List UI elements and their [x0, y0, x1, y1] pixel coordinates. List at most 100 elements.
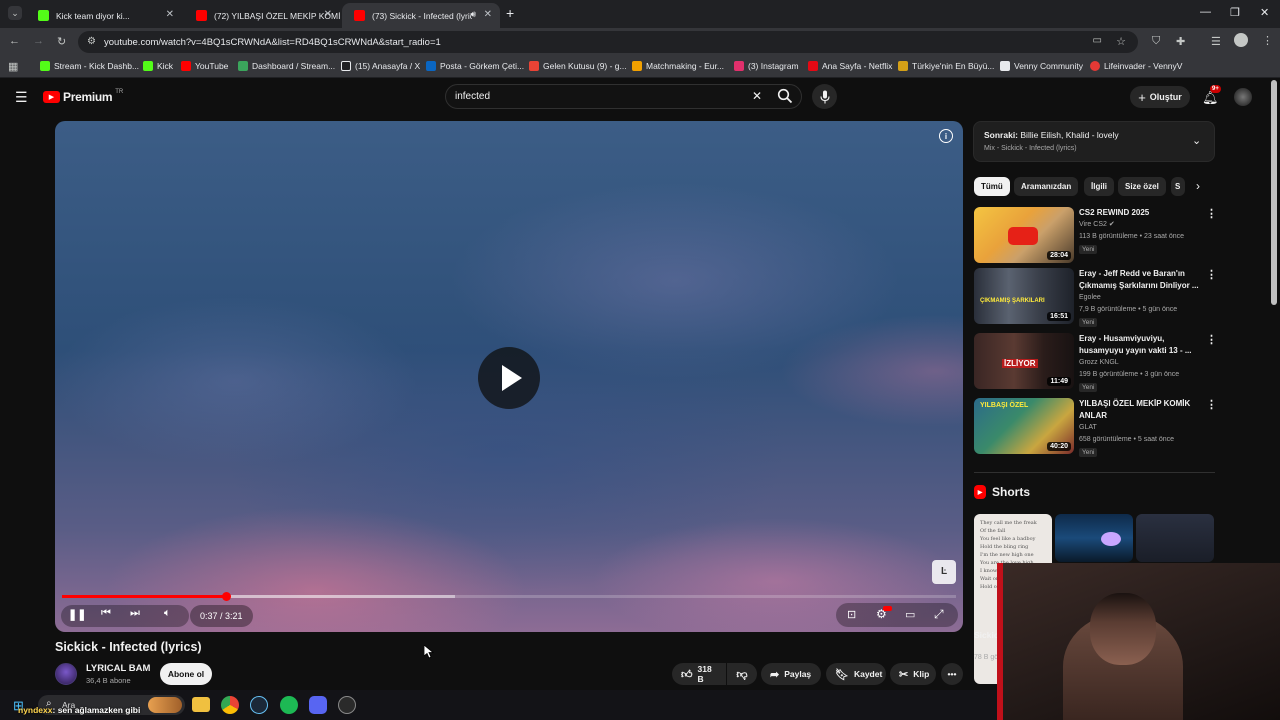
- playlist-next-up-panel[interactable]: Sonraki: Billie Eilish, Khalid - lovely …: [973, 121, 1215, 162]
- profile-avatar-icon[interactable]: [1234, 33, 1248, 47]
- tab-close-icon[interactable]: ✕: [484, 9, 492, 20]
- search-button[interactable]: [770, 84, 802, 109]
- more-vertical-icon[interactable]: ⋮: [1206, 207, 1217, 220]
- more-vertical-icon[interactable]: ⋮: [1206, 398, 1217, 411]
- address-bar[interactable]: ⚙︎ youtube.com/watch?v=4BQ1sCRWNdA&list=…: [78, 31, 1138, 53]
- video-player[interactable]: i Ŀ ❚❚ ⏮︎ ⏭︎ 🔈︎ 0:37 / 3:21 ⊡ ⚙︎ ▭ ⤢: [55, 121, 963, 632]
- tab-close-icon[interactable]: ✕: [166, 9, 174, 20]
- video-thumbnail[interactable]: İZLİYOR 11:49: [974, 333, 1074, 389]
- like-button[interactable]: 👍︎ 318 B: [672, 663, 726, 685]
- search-input[interactable]: infected ✕: [445, 84, 802, 109]
- chip-from-search[interactable]: Aramanızdan: [1014, 177, 1079, 196]
- big-play-button[interactable]: [478, 347, 540, 409]
- tab-kick[interactable]: Kick team diyor ki... ✕: [26, 3, 182, 28]
- chrome-icon[interactable]: [221, 696, 239, 714]
- chip-more[interactable]: S: [1171, 177, 1185, 196]
- clip-button[interactable]: ✂ Klip: [890, 663, 936, 685]
- tab-search-chevron-icon[interactable]: ⌄: [8, 6, 22, 20]
- media-control-icon[interactable]: ☰: [1211, 35, 1221, 48]
- bookmark-item[interactable]: Stream - Kick Dashb...: [40, 61, 139, 71]
- more-vertical-icon[interactable]: ⋮: [1206, 333, 1217, 346]
- next-track-icon[interactable]: ⏭︎: [130, 607, 140, 620]
- spotify-icon[interactable]: [280, 696, 298, 714]
- bookmark-item[interactable]: Kick: [143, 61, 173, 71]
- short-item[interactable]: [1136, 514, 1214, 562]
- reload-icon[interactable]: ↻: [57, 35, 66, 48]
- extension-icon[interactable]: ⛉: [1152, 35, 1160, 48]
- account-avatar[interactable]: [1234, 88, 1252, 106]
- new-tab-plus-icon[interactable]: +: [506, 5, 514, 21]
- progress-scrubber-handle[interactable]: [222, 592, 232, 601]
- channel-avatar[interactable]: [55, 663, 77, 685]
- fullscreen-icon[interactable]: ⤢: [934, 607, 944, 622]
- clear-search-icon[interactable]: ✕: [752, 89, 762, 103]
- file-explorer-icon[interactable]: [192, 697, 210, 712]
- page-scrollbar-thumb[interactable]: [1271, 80, 1277, 305]
- bookmark-item[interactable]: Venny Community: [1000, 61, 1083, 71]
- recommendation-item[interactable]: YILBAŞI ÖZEL 40:20 YILBAŞI ÖZEL MEKİP KO…: [974, 398, 1217, 457]
- video-thumbnail[interactable]: ÇIKMAMIŞ ŞARKILARI 16:51: [974, 268, 1074, 324]
- bookmark-item[interactable]: Lifeinvader - VennyV: [1090, 61, 1182, 71]
- site-info-tune-icon[interactable]: ⚙︎: [87, 36, 96, 47]
- previous-track-icon[interactable]: ⏮︎: [101, 607, 111, 620]
- back-arrow-icon[interactable]: ←: [9, 35, 20, 47]
- bookmark-item[interactable]: Matchmaking - Eur...: [632, 61, 724, 71]
- video-thumbnail[interactable]: 28:04: [974, 207, 1074, 263]
- extensions-puzzle-icon[interactable]: ✚: [1176, 35, 1185, 48]
- bookmark-star-icon[interactable]: ☆: [1116, 35, 1126, 48]
- bookmark-item[interactable]: YouTube: [181, 61, 228, 71]
- channel-name[interactable]: LYRICAL BAM: [86, 663, 150, 674]
- bookmark-item[interactable]: Gelen Kutusu (9) - g...: [529, 61, 627, 71]
- bookmark-item[interactable]: Ana Sayfa - Netflix: [808, 61, 892, 71]
- short-item[interactable]: [1055, 514, 1133, 562]
- theater-mode-icon[interactable]: ▭: [905, 608, 915, 621]
- tab-close-icon[interactable]: ✕: [324, 9, 332, 20]
- tab-audio-playing-icon[interactable]: 🔊︎: [470, 9, 476, 20]
- subscribe-button[interactable]: Abone ol: [160, 663, 212, 685]
- create-button[interactable]: + Oluştur: [1130, 86, 1190, 108]
- streamlabs-icon: [238, 61, 248, 71]
- notifications-button[interactable]: 🔔︎ 9+: [1202, 85, 1221, 107]
- dislike-button[interactable]: 👎︎: [727, 663, 757, 685]
- bookmark-item[interactable]: Posta - Görkem Çeti...: [426, 61, 524, 71]
- steam-icon[interactable]: [250, 696, 268, 714]
- voice-search-button[interactable]: [812, 84, 837, 109]
- window-minimize-icon[interactable]: —: [1200, 6, 1211, 18]
- info-icon[interactable]: i: [939, 129, 953, 143]
- chips-next-chevron-icon[interactable]: ›: [1196, 179, 1200, 193]
- tab-infected-active[interactable]: (73) Sickick - Infected (lyrics) 🔊︎ ✕: [342, 3, 500, 28]
- recommendation-item[interactable]: ÇIKMAMIŞ ŞARKILARI 16:51 Eray - Jeff Red…: [974, 268, 1217, 327]
- progress-bar[interactable]: [62, 592, 956, 601]
- bookmark-item[interactable]: (15) Anasayfa / X: [341, 61, 420, 71]
- window-restore-icon[interactable]: ❐: [1230, 6, 1240, 19]
- forward-arrow-icon[interactable]: →: [33, 35, 44, 47]
- tab-yilbasi-video[interactable]: (72) YILBAŞI ÖZEL MEKİP KOMİK ✕: [184, 3, 340, 28]
- volume-icon[interactable]: 🔈︎: [164, 607, 171, 620]
- bookmark-item[interactable]: Dashboard / Stream...: [238, 61, 335, 71]
- youtube-logo[interactable]: ▶ Premium TR: [43, 89, 123, 104]
- browser-menu-icon[interactable]: ⋮: [1262, 34, 1273, 47]
- app-icon[interactable]: [338, 696, 356, 714]
- chip-for-you[interactable]: Size özel: [1118, 177, 1166, 196]
- save-button[interactable]: 🔖︎ Kaydet: [826, 663, 886, 685]
- hamburger-menu-icon[interactable]: ☰: [15, 89, 28, 106]
- cast-icon[interactable]: ▭: [1093, 35, 1102, 46]
- bookmark-item[interactable]: Türkiye'nin En Büyü...: [898, 61, 994, 71]
- recommendation-item[interactable]: 28:04 CS2 REWIND 2025 Vire CS2 ✔ 113 B g…: [974, 207, 1217, 265]
- share-button[interactable]: ➦ Paylaş: [761, 663, 821, 685]
- subtitles-icon[interactable]: ⊡: [847, 608, 856, 621]
- recommendation-item[interactable]: İZLİYOR 11:49 Eray - Husamviyuviyu, husa…: [974, 333, 1217, 392]
- discord-icon[interactable]: [309, 696, 327, 714]
- channel-watermark-icon[interactable]: Ŀ: [932, 560, 956, 584]
- pause-icon[interactable]: ❚❚: [68, 608, 86, 621]
- window-close-icon[interactable]: ✕: [1260, 6, 1269, 19]
- bookmark-item[interactable]: (3) Instagram: [734, 61, 799, 71]
- settings-gear-icon[interactable]: ⚙︎: [876, 606, 892, 621]
- chip-all[interactable]: Tümü: [974, 177, 1010, 196]
- chip-related[interactable]: İlgili: [1084, 177, 1114, 196]
- more-vertical-icon[interactable]: ⋮: [1206, 268, 1217, 281]
- more-actions-button[interactable]: •••: [941, 663, 963, 685]
- expand-chevron-icon[interactable]: ⌄: [1192, 134, 1201, 147]
- video-thumbnail[interactable]: YILBAŞI ÖZEL 40:20: [974, 398, 1074, 454]
- apps-grid-icon[interactable]: ▦: [8, 60, 18, 73]
